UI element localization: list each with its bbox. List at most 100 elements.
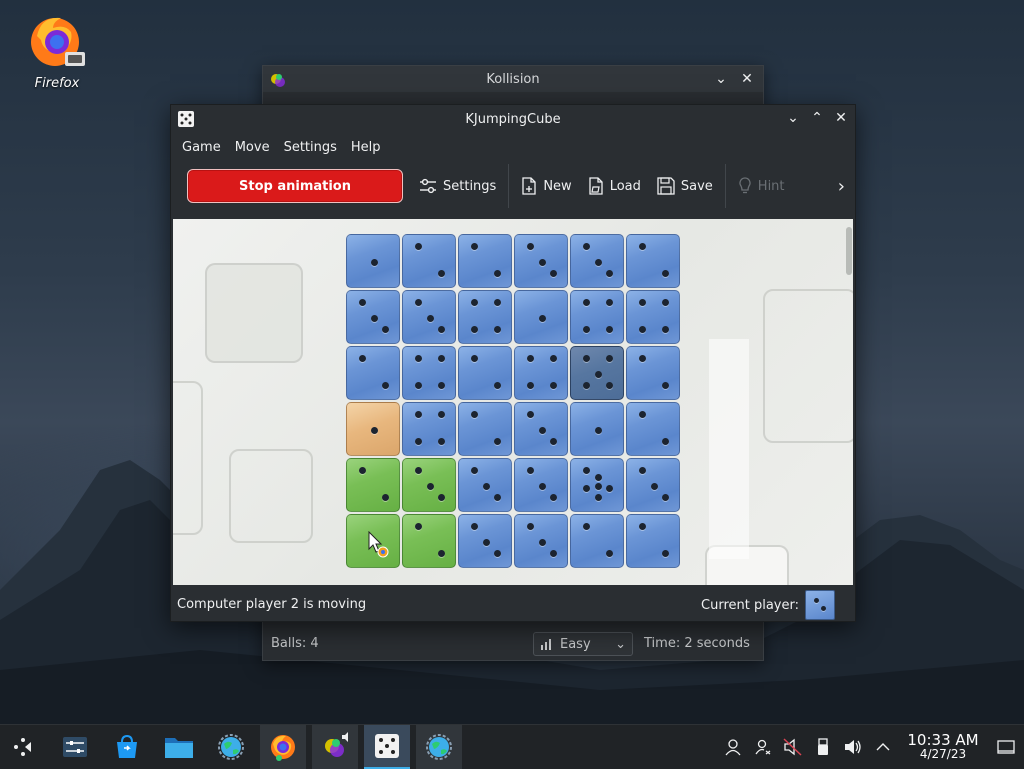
cube-pip [638,411,646,419]
kjumpingcube-window[interactable]: KJumpingCube ⌄ ⌃ ✕ Game Move Settings He… [170,104,856,622]
muted-speaker-icon[interactable] [778,725,808,769]
cube-pip [582,467,590,475]
cube-blue[interactable] [570,234,624,288]
cube-pip [370,258,378,266]
dolphin-files-task[interactable] [156,725,202,769]
cube-pip [438,438,446,446]
firefox-task[interactable] [260,725,306,769]
minimize-chevron-icon[interactable]: ⌄ [785,109,801,127]
cube-blue[interactable] [402,402,456,456]
maximize-chevron-icon[interactable]: ⌃ [809,109,825,127]
cube-blue[interactable] [626,346,680,400]
cube-blue[interactable] [458,402,512,456]
clock-date: 4/27/23 [919,747,967,761]
toolbar-overflow-button[interactable]: › [830,169,853,203]
cube-blue[interactable] [570,402,624,456]
user-icon[interactable] [718,725,748,769]
kjc-titlebar[interactable]: KJumpingCube ⌄ ⌃ ✕ [171,105,855,133]
cube-grid[interactable] [345,233,681,569]
elapsed-time: Time: 2 seconds [644,635,750,651]
cube-blue[interactable] [346,346,400,400]
cube-blue[interactable] [458,290,512,344]
cube-blue[interactable] [570,290,624,344]
kjc-statusbar: Computer player 2 is moving Current play… [171,587,855,621]
show-desktop-icon[interactable] [988,725,1024,769]
cube-tan[interactable] [346,402,400,456]
cube-blue[interactable] [458,234,512,288]
cube-blue[interactable] [346,290,400,344]
cube-blue[interactable] [570,514,624,568]
stop-animation-button[interactable]: Stop animation [187,169,403,203]
cube-blue[interactable] [626,402,680,456]
cube-blue[interactable] [514,402,568,456]
close-icon[interactable]: ✕ [833,109,849,127]
cube-green[interactable] [402,514,456,568]
kollision-titlebar[interactable]: Kollision ⌄ ✕ [263,66,763,92]
cube-blue[interactable] [458,346,512,400]
cube-pip [438,411,446,419]
cube-pip [638,355,646,363]
kjumpingcube-icon [178,111,194,127]
cube-blue[interactable] [626,234,680,288]
globe-app-task[interactable] [416,725,462,769]
cube-blue[interactable] [626,458,680,512]
cube-pip [494,270,502,278]
menu-settings[interactable]: Settings [277,140,344,155]
cube-blue[interactable] [514,514,568,568]
cube-pip [470,299,478,307]
cube-pip [638,467,646,475]
cube-blue[interactable] [346,234,400,288]
cube-pip [594,258,602,266]
chevron-up-icon[interactable] [868,725,898,769]
volume-icon[interactable] [838,725,868,769]
cube-blue[interactable] [570,346,624,400]
cube-pip [638,243,646,251]
scrollbar-thumb[interactable] [846,227,852,275]
cube-blue[interactable] [458,514,512,568]
load-game-button[interactable]: Load [580,169,649,203]
menu-help[interactable]: Help [344,140,388,155]
close-icon[interactable]: ✕ [739,70,755,88]
usb-device-icon[interactable] [808,725,838,769]
save-game-button[interactable]: Save [649,169,721,203]
firefox-icon [271,735,295,761]
vertical-scrollbar[interactable] [843,219,853,585]
kollision-task[interactable] [312,725,358,769]
cube-blue[interactable] [570,458,624,512]
cube-blue[interactable] [626,514,680,568]
cube-pip [482,482,490,490]
cube-pip [470,467,478,475]
cube-green[interactable] [402,458,456,512]
kollision-icon [271,74,285,87]
menu-move[interactable]: Move [228,140,277,155]
cube-blue[interactable] [514,234,568,288]
settings-button[interactable]: Settings [411,169,504,203]
cube-pip [470,411,478,419]
cube-blue[interactable] [514,290,568,344]
cube-pip [582,355,590,363]
cube-blue[interactable] [402,346,456,400]
system-settings-task[interactable] [52,725,98,769]
cube-pip [370,314,378,322]
user-switch-icon[interactable] [748,725,778,769]
chevron-down-icon[interactable]: ⌄ [713,70,729,88]
kjumpingcube-task[interactable] [364,725,410,769]
difficulty-combobox[interactable]: Easy ⌄ [533,632,633,656]
game-board-area[interactable] [173,219,853,585]
cube-blue[interactable] [402,290,456,344]
cube-blue[interactable] [402,234,456,288]
discover-store-task[interactable] [104,725,150,769]
menu-game[interactable]: Game [175,140,228,155]
globe-app-task[interactable] [208,725,254,769]
balls-count: Balls: 4 [271,635,319,651]
cube-blue[interactable] [626,290,680,344]
cube-green[interactable] [346,458,400,512]
desktop-firefox-shortcut[interactable]: Firefox [24,10,90,91]
cube-blue[interactable] [458,458,512,512]
cube-blue[interactable] [514,458,568,512]
cube-blue[interactable] [514,346,568,400]
digital-clock[interactable]: 10:33 AM 4/27/23 [904,733,982,762]
new-game-button[interactable]: New [513,169,579,203]
application-launcher-button[interactable] [0,725,46,769]
hint-button[interactable]: Hint [730,169,793,203]
